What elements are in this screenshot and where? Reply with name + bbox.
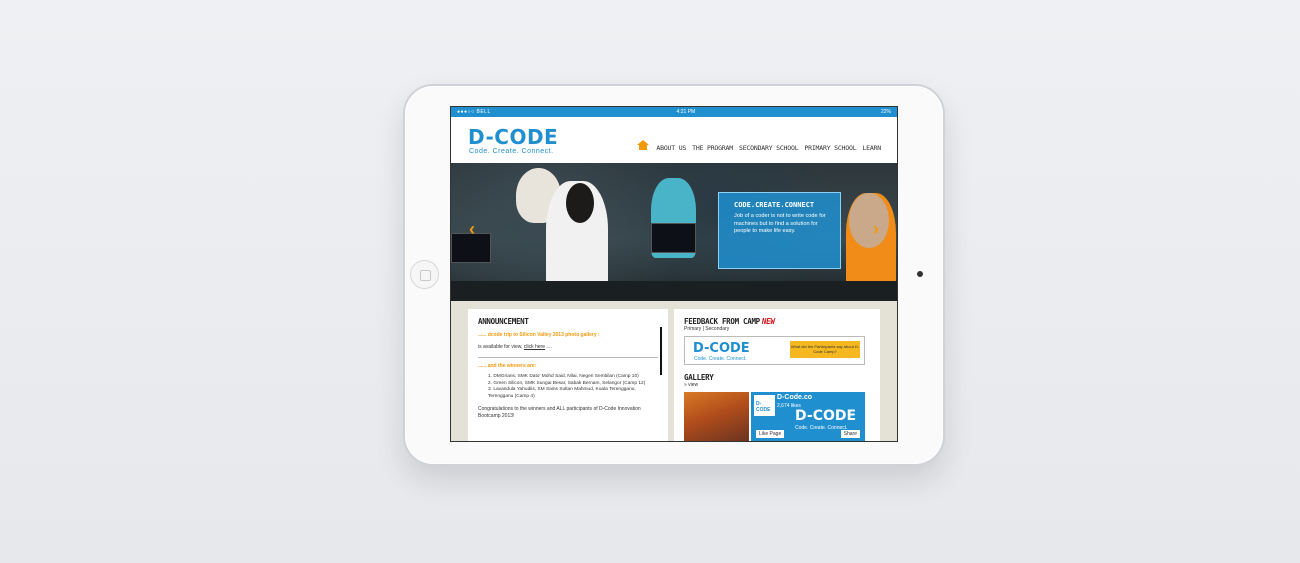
gallery-row: D-CODE D-Code.co 2,674 likes D-CODE Code…	[684, 392, 870, 441]
ipad-screen: ●●●○○ BELL 4:21 PM 22% D-CODE Code. Crea…	[450, 106, 898, 442]
time-label: 4:21 PM	[676, 109, 696, 115]
gallery-title: GALLERY	[684, 373, 714, 382]
nav-secondary-school[interactable]: SECONDARY SCHOOL	[739, 144, 799, 152]
hero-photo-table	[451, 281, 897, 301]
nav-learn[interactable]: LEARN	[862, 144, 881, 152]
feedback-links[interactable]: Primary | Secondary	[684, 326, 870, 332]
announcement-scrollbar[interactable]	[660, 327, 662, 375]
facebook-share-button[interactable]: Share	[840, 430, 860, 438]
content-area: ANNOUNCEMENT ...... dcode trip to Silico…	[451, 301, 897, 441]
carrier-label: ●●●○○ BELL	[457, 109, 491, 115]
winner-item: 3. Lavandula Yahudiis, SM Sains Sultan M…	[488, 387, 636, 399]
hero-caption: CODE.CREATE.CONNECT Job of a coder is no…	[718, 192, 841, 269]
ipad-home-button[interactable]	[410, 260, 439, 289]
gallery-photo[interactable]	[684, 392, 749, 441]
gallery-click-here-link[interactable]: click here	[524, 344, 545, 350]
nav-the-program[interactable]: THE PROGRAM	[692, 144, 733, 152]
main-nav: ABOUT US THE PROGRAM SECONDARY SCHOOL PR…	[637, 140, 881, 152]
hero-photo-person	[566, 183, 594, 223]
announcement-title: ANNOUNCEMENT	[478, 317, 529, 326]
gallery-view-link[interactable]: » view	[684, 382, 870, 388]
facebook-page-widget[interactable]: D-CODE D-Code.co 2,674 likes D-CODE Code…	[751, 392, 865, 441]
feedback-banner-ribbon: What did the Participants say about D-Co…	[790, 341, 860, 358]
ipad-camera	[917, 271, 923, 277]
battery-label: 22%	[880, 109, 891, 115]
hero-caption-title: CODE.CREATE.CONNECT	[734, 201, 815, 209]
facebook-like-button[interactable]: Like Page	[756, 430, 785, 438]
facebook-page-logo: D-CODE	[754, 395, 775, 416]
winner-item: 1. DMGrians, SMK Dato' Mohd Said, Nilai,…	[488, 374, 639, 379]
winners-list: 1. DMGrians, SMK Dato' Mohd Said, Nilai,…	[478, 374, 658, 400]
facebook-cover-logo: D-CODE	[795, 408, 857, 424]
announcement-item-1-suffix: ....	[546, 344, 552, 350]
facebook-page-logo-text: D-CODE	[756, 401, 771, 413]
hero-photo-laptop	[651, 223, 696, 253]
status-bar: ●●●○○ BELL 4:21 PM 22%	[451, 107, 897, 117]
feedback-banner-logo: D-CODE	[693, 341, 750, 356]
announcement-congrats: Congratulations to the winners and ALL p…	[478, 406, 641, 419]
feedback-title-text: FEEDBACK FROM CAMP	[684, 317, 760, 326]
nav-primary-school[interactable]: PRIMARY SCHOOL	[804, 144, 856, 152]
hero-caption-text: Job of a coder is not to write code for …	[734, 213, 826, 234]
site-tagline: Code. Create. Connect.	[469, 148, 554, 155]
feedback-title: FEEDBACK FROM CAMP NEW	[684, 317, 870, 326]
announcement-item-1: ...... dcode trip to Silicon Valley 2013…	[478, 332, 600, 338]
announcement-panel: ANNOUNCEMENT ...... dcode trip to Silico…	[468, 309, 668, 441]
site-logo[interactable]: D-CODE	[468, 127, 558, 147]
feedback-panel: FEEDBACK FROM CAMP NEW Primary | Secondar…	[674, 309, 880, 441]
feedback-banner-tagline: Code. Create. Connect.	[694, 356, 747, 362]
hero-slider: CODE.CREATE.CONNECT Job of a coder is no…	[451, 163, 897, 301]
slider-next-icon[interactable]: ›	[869, 220, 883, 238]
site-header: D-CODE Code. Create. Connect. ABOUT US T…	[451, 117, 897, 163]
announcement-item-2: ...... and the winners are:	[478, 363, 537, 369]
home-icon[interactable]	[637, 140, 650, 151]
facebook-page-name[interactable]: D-Code.co	[777, 394, 812, 401]
new-badge: NEW	[761, 317, 775, 326]
nav-about-us[interactable]: ABOUT US	[656, 144, 686, 152]
announcement-divider	[478, 357, 658, 358]
announcement-item-1-desc: is available for view,	[478, 344, 523, 350]
announcement-item-1-text: is available for view, click here ....	[478, 344, 658, 351]
slider-prev-icon[interactable]: ‹	[465, 220, 479, 238]
facebook-cover-tagline: Code. Create. Connect.	[795, 425, 848, 431]
feedback-banner[interactable]: D-CODE Code. Create. Connect. What did t…	[684, 336, 865, 365]
